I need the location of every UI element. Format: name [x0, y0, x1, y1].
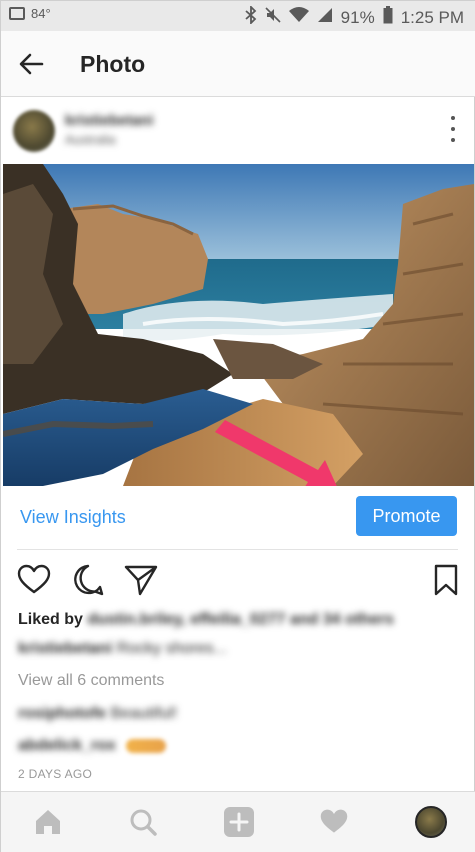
comment-username[interactable]: abdelick_rox [18, 737, 116, 754]
comment-username[interactable]: rosiphotofe [18, 705, 106, 722]
caption-username[interactable]: kristiebetani [18, 640, 112, 657]
activity-heart-icon[interactable] [318, 806, 350, 838]
status-bar: 84° 91% 1:25 PM [1, 1, 475, 31]
view-all-comments-link[interactable]: View all 6 comments [18, 672, 164, 690]
search-icon[interactable] [127, 806, 159, 838]
caption-text: Rocky shores... [116, 640, 227, 657]
mute-icon [265, 7, 281, 28]
new-post-icon[interactable] [223, 806, 255, 838]
battery-percent: 91% [340, 7, 375, 27]
emoji-icon [126, 738, 167, 753]
avatar [415, 806, 447, 838]
divider [17, 549, 458, 550]
post-action-bar [1, 559, 475, 603]
bottom-nav [1, 791, 475, 852]
phone-screen: 84° 91% 1:25 PM Photo kristiebetani Aust… [0, 0, 475, 852]
user-avatar[interactable] [13, 110, 55, 152]
insights-row: View Insights Promote [1, 486, 475, 550]
more-options-icon[interactable] [450, 116, 456, 142]
likes-prefix: Liked by [18, 611, 83, 628]
battery-icon [383, 6, 393, 29]
back-arrow-icon[interactable] [17, 49, 47, 79]
likes-names[interactable]: dustin.briley, effeilia_0277 and 34 othe… [87, 611, 393, 628]
image-notification-icon [9, 7, 25, 20]
wifi-icon [288, 7, 309, 28]
post-timestamp: 2 DAYS AGO [18, 767, 93, 781]
clock: 1:25 PM [400, 7, 464, 27]
comment-row: rosiphotofe Beautiful! [18, 705, 177, 723]
post-caption: kristiebetani Rocky shores... [18, 640, 227, 658]
comment-bubble-icon[interactable] [71, 563, 105, 597]
bluetooth-icon [245, 4, 257, 29]
like-heart-icon[interactable] [17, 563, 51, 597]
comment-row: abdelick_rox [18, 737, 167, 755]
page-title: Photo [80, 51, 146, 77]
post-header: kristiebetani Australia [1, 98, 475, 164]
temperature: 84° [31, 6, 51, 21]
profile-avatar-icon[interactable] [415, 806, 447, 838]
share-send-icon[interactable] [124, 563, 158, 597]
view-insights-link[interactable]: View Insights [20, 507, 126, 528]
home-icon[interactable] [32, 806, 64, 838]
signal-icon [317, 7, 333, 28]
bookmark-icon[interactable] [429, 563, 463, 597]
post-location[interactable]: Australia [65, 132, 116, 147]
post-photo[interactable] [3, 164, 474, 486]
app-header: Photo [1, 31, 475, 97]
post-username[interactable]: kristiebetani [65, 112, 153, 129]
likes-line: Liked by dustin.briley, effeilia_0277 an… [18, 611, 394, 629]
promote-button[interactable]: Promote [356, 496, 457, 536]
comment-text: Beautiful! [110, 705, 178, 722]
annotation-arrow-icon [215, 420, 337, 486]
